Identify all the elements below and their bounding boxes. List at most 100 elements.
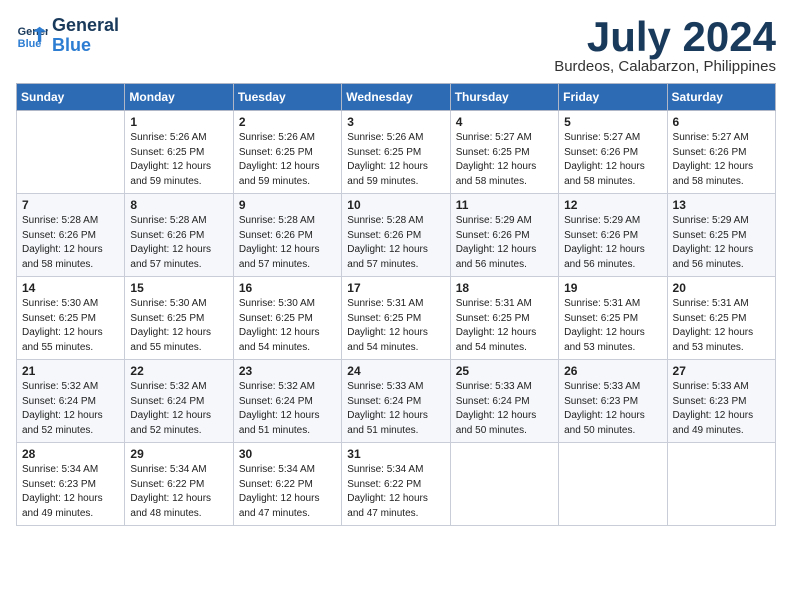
col-header-wednesday: Wednesday <box>342 84 450 111</box>
day-info: Sunrise: 5:32 AM Sunset: 6:24 PM Dayligh… <box>239 380 336 438</box>
day-cell: 22 Sunrise: 5:32 AM Sunset: 6:24 PM Dayli… <box>125 360 233 443</box>
day-number: 22 <box>130 364 227 378</box>
day-number: 24 <box>347 364 444 378</box>
day-info: Sunrise: 5:28 AM Sunset: 6:26 PM Dayligh… <box>239 214 336 272</box>
day-number: 9 <box>239 198 336 212</box>
day-info: Sunrise: 5:34 AM Sunset: 6:22 PM Dayligh… <box>130 463 227 521</box>
day-info: Sunrise: 5:30 AM Sunset: 6:25 PM Dayligh… <box>130 297 227 355</box>
day-cell: 27Sunrise: 5:33 AM Sunset: 6:23 PM Dayli… <box>667 360 775 443</box>
day-info: Sunrise: 5:33 AM Sunset: 6:24 PM Dayligh… <box>456 380 553 438</box>
day-cell: 8Sunrise: 5:28 AM Sunset: 6:26 PM Daylig… <box>125 194 233 277</box>
week-row-5: 28 Sunrise: 5:34 AM Sunset: 6:23 PM Dayli… <box>17 443 776 526</box>
day-number: 25 <box>456 364 553 378</box>
day-cell: 24 Sunrise: 5:33 AM Sunset: 6:24 PM Dayli… <box>342 360 450 443</box>
day-info: Sunrise: 5:29 AM Sunset: 6:26 PM Dayligh… <box>564 214 661 272</box>
day-number: 2 <box>239 115 336 129</box>
day-info: Sunrise: 5:28 AM Sunset: 6:26 PM Dayligh… <box>347 214 444 272</box>
day-info: Sunrise: 5:33 AM Sunset: 6:24 PM Dayligh… <box>347 380 444 438</box>
day-number: 23 <box>239 364 336 378</box>
day-info: Sunrise: 5:33 AM Sunset: 6:23 PM Dayligh… <box>564 380 661 438</box>
day-number: 20 <box>673 281 770 295</box>
day-cell: 14 Sunrise: 5:30 AM Sunset: 6:25 PM Dayli… <box>17 277 125 360</box>
week-row-3: 14 Sunrise: 5:30 AM Sunset: 6:25 PM Dayli… <box>17 277 776 360</box>
day-info: Sunrise: 5:30 AM Sunset: 6:25 PM Dayligh… <box>22 297 119 355</box>
logo-icon: General Blue <box>16 20 48 52</box>
col-header-friday: Friday <box>559 84 667 111</box>
day-info: Sunrise: 5:31 AM Sunset: 6:25 PM Dayligh… <box>564 297 661 355</box>
day-info: Sunrise: 5:34 AM Sunset: 6:22 PM Dayligh… <box>347 463 444 521</box>
day-cell: 28 Sunrise: 5:34 AM Sunset: 6:23 PM Dayli… <box>17 443 125 526</box>
day-number: 31 <box>347 447 444 461</box>
calendar-header-row: SundayMondayTuesdayWednesdayThursdayFrid… <box>17 84 776 111</box>
day-cell: 2 Sunrise: 5:26 AM Sunset: 6:25 PM Daylig… <box>233 111 341 194</box>
day-info: Sunrise: 5:29 AM Sunset: 6:25 PM Dayligh… <box>673 214 770 272</box>
day-number: 19 <box>564 281 661 295</box>
day-number: 5 <box>564 115 661 129</box>
day-cell: 12 Sunrise: 5:29 AM Sunset: 6:26 PM Dayli… <box>559 194 667 277</box>
page-header: General Blue General Blue July 2024 Burd… <box>16 16 776 75</box>
day-number: 13 <box>673 198 770 212</box>
month-title: July 2024 <box>554 16 776 58</box>
day-number: 11 <box>456 198 553 212</box>
day-cell: 1Sunrise: 5:26 AM Sunset: 6:25 PM Daylig… <box>125 111 233 194</box>
day-info: Sunrise: 5:28 AM Sunset: 6:26 PM Dayligh… <box>22 214 119 272</box>
day-number: 29 <box>130 447 227 461</box>
day-cell: 31 Sunrise: 5:34 AM Sunset: 6:22 PM Dayli… <box>342 443 450 526</box>
svg-text:General: General <box>18 26 48 38</box>
day-info: Sunrise: 5:34 AM Sunset: 6:23 PM Dayligh… <box>22 463 119 521</box>
day-cell: 13 Sunrise: 5:29 AM Sunset: 6:25 PM Dayli… <box>667 194 775 277</box>
day-info: Sunrise: 5:34 AM Sunset: 6:22 PM Dayligh… <box>239 463 336 521</box>
day-cell: 6 Sunrise: 5:27 AM Sunset: 6:26 PM Daylig… <box>667 111 775 194</box>
day-cell <box>17 111 125 194</box>
day-cell: 30Sunrise: 5:34 AM Sunset: 6:22 PM Dayli… <box>233 443 341 526</box>
day-cell <box>667 443 775 526</box>
svg-text:Blue: Blue <box>18 38 42 50</box>
day-number: 4 <box>456 115 553 129</box>
day-info: Sunrise: 5:33 AM Sunset: 6:23 PM Dayligh… <box>673 380 770 438</box>
day-info: Sunrise: 5:30 AM Sunset: 6:25 PM Dayligh… <box>239 297 336 355</box>
day-info: Sunrise: 5:26 AM Sunset: 6:25 PM Dayligh… <box>239 131 336 189</box>
day-info: Sunrise: 5:31 AM Sunset: 6:25 PM Dayligh… <box>347 297 444 355</box>
day-cell: 20 Sunrise: 5:31 AM Sunset: 6:25 PM Dayli… <box>667 277 775 360</box>
col-header-thursday: Thursday <box>450 84 558 111</box>
day-cell: 11 Sunrise: 5:29 AM Sunset: 6:26 PM Dayli… <box>450 194 558 277</box>
week-row-1: 1Sunrise: 5:26 AM Sunset: 6:25 PM Daylig… <box>17 111 776 194</box>
day-cell: 17Sunrise: 5:31 AM Sunset: 6:25 PM Dayli… <box>342 277 450 360</box>
day-info: Sunrise: 5:27 AM Sunset: 6:26 PM Dayligh… <box>564 131 661 189</box>
day-number: 12 <box>564 198 661 212</box>
day-cell: 23 Sunrise: 5:32 AM Sunset: 6:24 PM Dayli… <box>233 360 341 443</box>
day-info: Sunrise: 5:31 AM Sunset: 6:25 PM Dayligh… <box>673 297 770 355</box>
day-cell: 3 Sunrise: 5:26 AM Sunset: 6:25 PM Daylig… <box>342 111 450 194</box>
day-info: Sunrise: 5:29 AM Sunset: 6:26 PM Dayligh… <box>456 214 553 272</box>
day-cell: 10Sunrise: 5:28 AM Sunset: 6:26 PM Dayli… <box>342 194 450 277</box>
week-row-4: 21Sunrise: 5:32 AM Sunset: 6:24 PM Dayli… <box>17 360 776 443</box>
day-cell: 18 Sunrise: 5:31 AM Sunset: 6:25 PM Dayli… <box>450 277 558 360</box>
day-cell <box>559 443 667 526</box>
day-number: 18 <box>456 281 553 295</box>
day-cell: 29 Sunrise: 5:34 AM Sunset: 6:22 PM Dayli… <box>125 443 233 526</box>
col-header-monday: Monday <box>125 84 233 111</box>
day-number: 6 <box>673 115 770 129</box>
day-number: 3 <box>347 115 444 129</box>
day-number: 7 <box>22 198 119 212</box>
day-number: 8 <box>130 198 227 212</box>
day-number: 15 <box>130 281 227 295</box>
day-info: Sunrise: 5:27 AM Sunset: 6:26 PM Dayligh… <box>673 131 770 189</box>
day-cell: 9 Sunrise: 5:28 AM Sunset: 6:26 PM Daylig… <box>233 194 341 277</box>
col-header-saturday: Saturday <box>667 84 775 111</box>
day-number: 14 <box>22 281 119 295</box>
day-cell <box>450 443 558 526</box>
day-number: 28 <box>22 447 119 461</box>
day-info: Sunrise: 5:32 AM Sunset: 6:24 PM Dayligh… <box>130 380 227 438</box>
day-cell: 26Sunrise: 5:33 AM Sunset: 6:23 PM Dayli… <box>559 360 667 443</box>
day-number: 16 <box>239 281 336 295</box>
col-header-tuesday: Tuesday <box>233 84 341 111</box>
day-cell: 5 Sunrise: 5:27 AM Sunset: 6:26 PM Daylig… <box>559 111 667 194</box>
day-info: Sunrise: 5:26 AM Sunset: 6:25 PM Dayligh… <box>130 131 227 189</box>
day-cell: 4Sunrise: 5:27 AM Sunset: 6:25 PM Daylig… <box>450 111 558 194</box>
day-info: Sunrise: 5:31 AM Sunset: 6:25 PM Dayligh… <box>456 297 553 355</box>
logo-text-blue: Blue <box>52 36 119 56</box>
day-info: Sunrise: 5:26 AM Sunset: 6:25 PM Dayligh… <box>347 131 444 189</box>
location-title: Burdeos, Calabarzon, Philippines <box>554 58 776 75</box>
day-cell: 15 Sunrise: 5:30 AM Sunset: 6:25 PM Dayli… <box>125 277 233 360</box>
